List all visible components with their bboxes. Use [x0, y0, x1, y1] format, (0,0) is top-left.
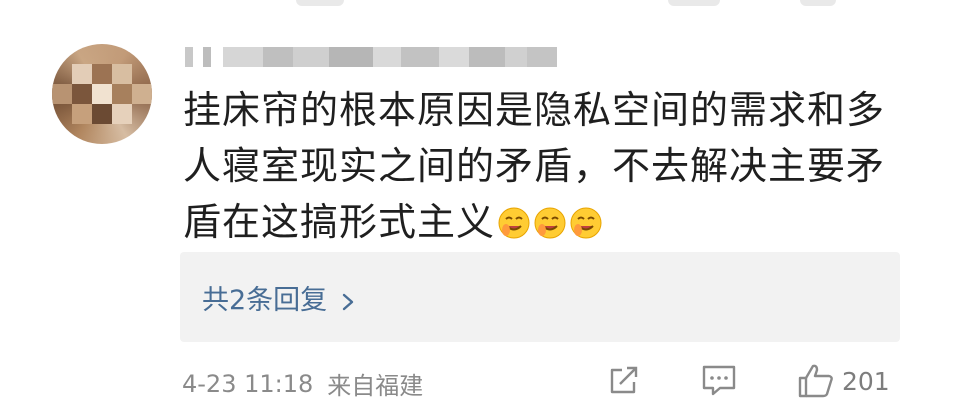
view-replies-link[interactable]: 共2条回复: [202, 278, 355, 317]
comment-text: 挂床帘的根本原因是隐私空间的需求和多人寝室现实之间的矛盾，不去解决主要矛盾在这搞…: [183, 82, 923, 250]
replies-label: 共2条回复: [202, 285, 328, 316]
username-redacted[interactable]: [185, 44, 557, 70]
share-icon: [606, 362, 642, 398]
comment-time: 4-23 11:18: [182, 369, 314, 398]
replies-panel[interactable]: 共2条回复: [180, 252, 900, 342]
top-cropped-element: [800, 0, 836, 6]
comment-card: 挂床帘的根本原因是隐私空间的需求和多人寝室现实之间的矛盾，不去解决主要矛盾在这搞…: [0, 0, 960, 420]
drooling-face-icon: [497, 206, 531, 240]
comment-icon: [700, 362, 738, 398]
comment-source: 来自福建: [327, 372, 424, 400]
comment-button[interactable]: [700, 362, 738, 398]
drooling-face-icon: [569, 206, 603, 240]
drooling-face-icon: [533, 206, 567, 240]
avatar[interactable]: [52, 44, 152, 144]
chevron-right-icon: [341, 288, 355, 310]
like-count: 201: [842, 366, 890, 396]
share-button[interactable]: [606, 362, 642, 398]
top-cropped-element: [296, 0, 344, 6]
like-button[interactable]: 201: [796, 362, 890, 400]
thumbs-up-icon: [796, 362, 836, 400]
top-cropped-element: [668, 0, 720, 6]
comment-meta: 4-23 11:18 来自福建: [182, 366, 423, 401]
